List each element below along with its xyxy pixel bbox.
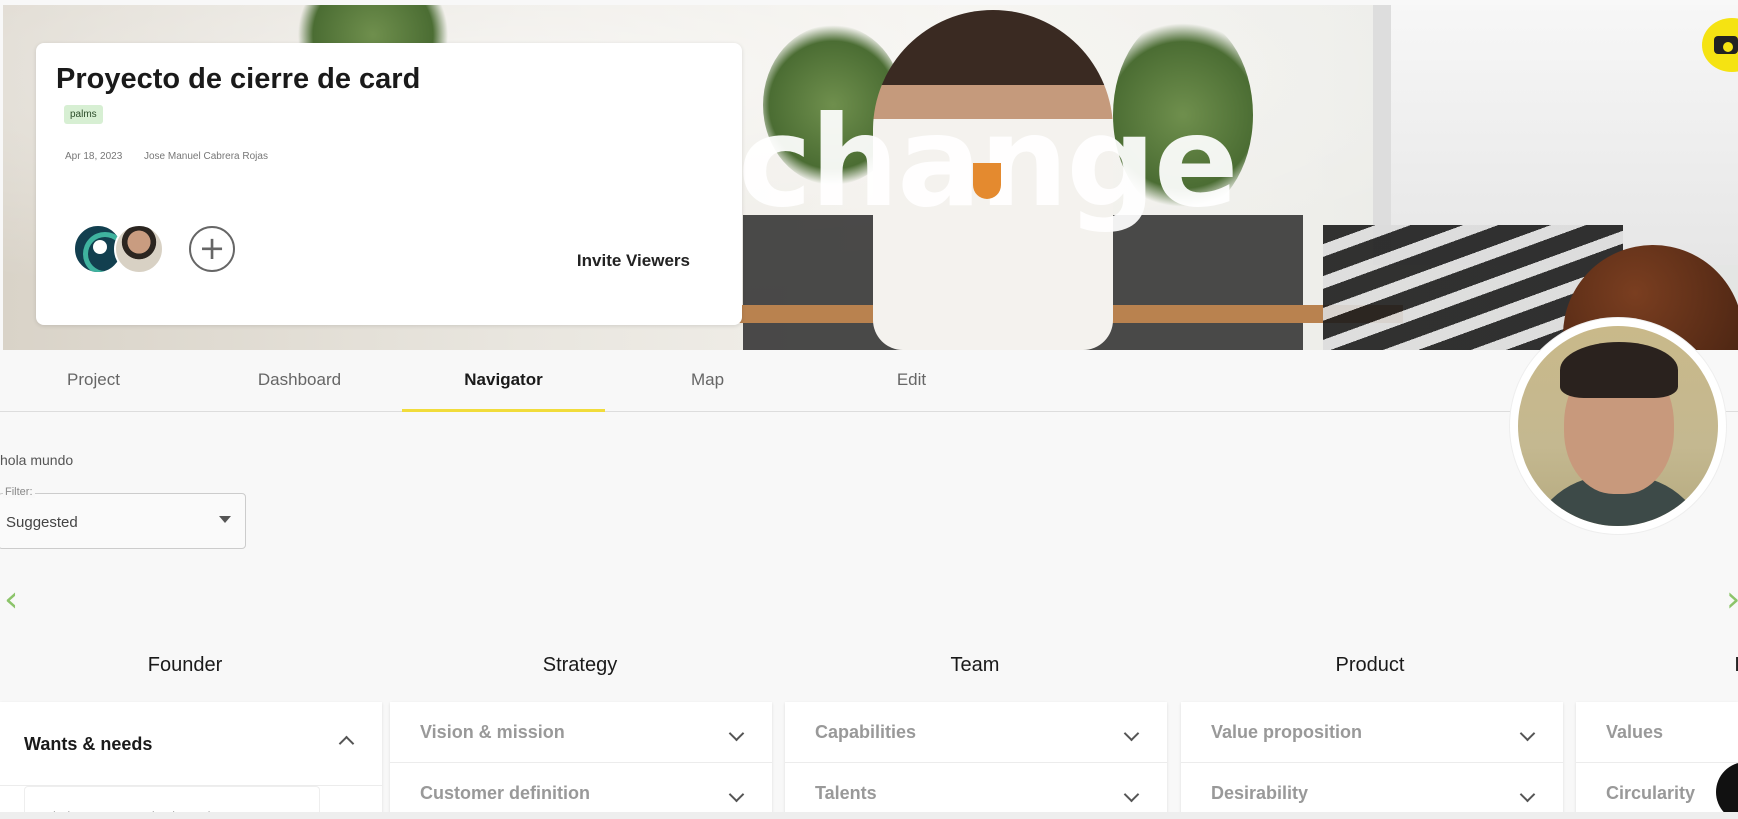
accordion-item[interactable]: Customer definition (390, 763, 772, 819)
project-date: Apr 18, 2023 (65, 151, 123, 162)
avatar[interactable] (114, 224, 164, 274)
chevron-down-icon (1123, 725, 1140, 742)
accordion-label: Values (1606, 722, 1664, 742)
chevron-down-icon (728, 786, 745, 803)
column-title-strategy: Strategy (542, 654, 618, 676)
accordion-label: Value proposition (1211, 722, 1363, 742)
invite-viewers-button[interactable]: Invite Viewers (577, 251, 690, 271)
photo-hair (1560, 342, 1678, 398)
column-team: Capabilities Talents (785, 702, 1167, 819)
accordion-item[interactable]: Vision & mission (390, 702, 772, 763)
camera-icon (1714, 36, 1738, 54)
accordion-label: Talents (815, 783, 877, 803)
tab-navigator[interactable]: Navigator (402, 350, 605, 412)
accordion-label: Capabilities (815, 722, 917, 742)
column-title-founder: Founder (147, 654, 223, 676)
tab-bar: Project Dashboard Navigator Map Edit (0, 350, 1738, 412)
accordion-item[interactable]: Desirability (1181, 763, 1563, 819)
column-title-team: Team (950, 654, 1000, 676)
profile-avatar[interactable] (1510, 318, 1726, 534)
bottom-bar (0, 812, 1738, 819)
filter-select[interactable]: Filter: Suggested (0, 486, 246, 549)
tab-edit[interactable]: Edit (810, 350, 1013, 412)
column-strategy: Vision & mission Customer definition (390, 702, 772, 819)
tab-dashboard[interactable]: Dashboard (198, 350, 401, 412)
tab-project[interactable]: Project (0, 350, 195, 412)
project-tag[interactable]: palms (64, 105, 103, 124)
column-title-product: Product (1335, 654, 1405, 676)
chevron-down-icon (728, 725, 745, 742)
accordion-item[interactable]: Values (1576, 702, 1738, 763)
column-title-next: I (1734, 654, 1738, 676)
chevron-down-icon (1123, 786, 1140, 803)
accordion-label: Vision & mission (420, 722, 565, 742)
accordion-item[interactable]: Talents (785, 763, 1167, 819)
accordion-label: Customer definition (420, 783, 590, 803)
chevron-left-icon[interactable]: ‹ (4, 582, 18, 618)
chevron-down-icon (219, 516, 231, 523)
column-product: Value proposition Desirability (1181, 702, 1563, 819)
accordion-item[interactable]: Wants & needs (0, 702, 382, 786)
column-next: Values Circularity (1576, 702, 1738, 819)
profile-photo (1518, 326, 1718, 526)
accordion-label: Circularity (1606, 783, 1696, 803)
project-author: Jose Manuel Cabrera Rojas (144, 151, 268, 162)
accordion-label: Desirability (1211, 783, 1309, 803)
column-founder: Wants & needs Find your own motivation t… (0, 702, 382, 819)
banner-dot (973, 163, 1001, 199)
accordion-label: Wants & needs (24, 734, 153, 754)
chevron-up-icon (338, 735, 355, 752)
chevron-right-icon[interactable]: › (1726, 582, 1738, 618)
tab-map[interactable]: Map (606, 350, 809, 412)
greeting-text: hola mundo (0, 452, 74, 468)
plus-circle-icon[interactable]: + (189, 226, 235, 272)
filter-label: Filter: (3, 486, 35, 498)
accordion-item[interactable]: Circularity (1576, 763, 1738, 819)
filter-value: Suggested (6, 514, 78, 531)
project-card: Proyecto de cierre de card palms Apr 18,… (36, 43, 742, 325)
chevron-down-icon (1519, 725, 1536, 742)
project-title: Proyecto de cierre de card (56, 63, 421, 95)
accordion-item[interactable]: Capabilities (785, 702, 1167, 763)
chevron-down-icon (1519, 786, 1536, 803)
accordion-item[interactable]: Value proposition (1181, 702, 1563, 763)
